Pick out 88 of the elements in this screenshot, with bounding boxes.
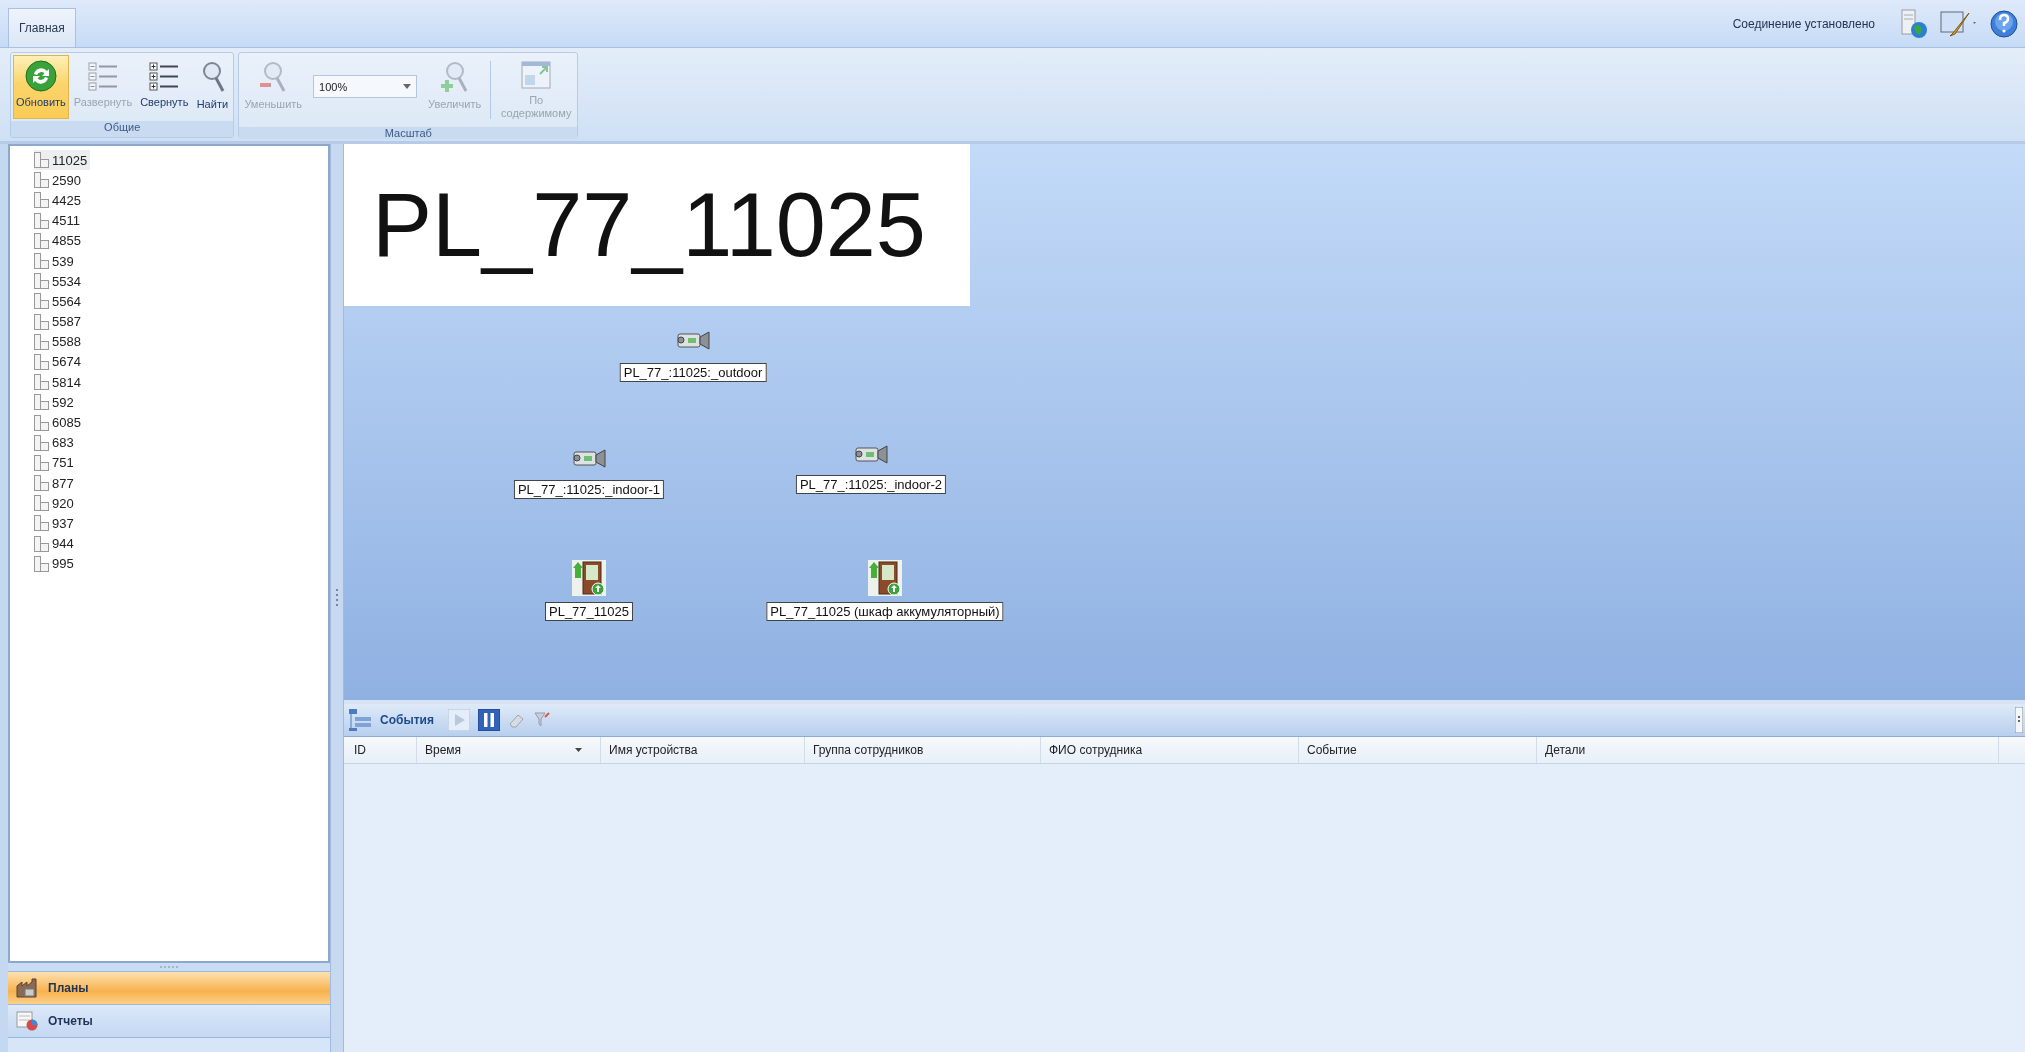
- door-icon[interactable]: [868, 560, 902, 596]
- connection-status: Соединение установлено: [1732, 16, 1875, 31]
- building-icon: [34, 454, 49, 471]
- building-icon: [34, 414, 49, 431]
- tree-item[interactable]: 5674: [34, 351, 84, 373]
- nav-item[interactable]: Планы: [8, 971, 330, 1004]
- building-icon: [34, 535, 49, 552]
- server-globe-icon[interactable]: [1899, 8, 1929, 39]
- fit-page-icon: [520, 60, 553, 90]
- tree-item[interactable]: 4425: [34, 190, 84, 211]
- building-icon: [34, 495, 49, 512]
- tree-item[interactable]: 5588: [34, 331, 84, 352]
- column-header[interactable]: Время: [417, 737, 601, 763]
- column-header[interactable]: ФИО сотрудника: [1041, 737, 1299, 763]
- building-icon: [34, 434, 49, 451]
- splitter-grip-icon[interactable]: [335, 587, 339, 609]
- column-header[interactable]: Имя устройства: [601, 737, 805, 763]
- plan-title: PL_77_11025: [344, 144, 970, 306]
- column-header[interactable]: Событие: [1299, 737, 1537, 763]
- paint-brush-icon[interactable]: [1939, 8, 1979, 39]
- building-icon: [34, 253, 49, 270]
- tree-item[interactable]: 683: [34, 432, 77, 453]
- panel-menu-icon[interactable]: [2015, 707, 2023, 733]
- report-chart-icon: [16, 1011, 38, 1031]
- tree-item[interactable]: 877: [34, 473, 77, 494]
- building-icon: [34, 333, 49, 350]
- door-icon[interactable]: [572, 560, 606, 596]
- refresh-button[interactable]: Обновить: [13, 55, 69, 119]
- find-button[interactable]: Найти: [193, 55, 232, 119]
- tree-item[interactable]: 4511: [34, 210, 83, 231]
- tree-item[interactable]: 5587: [34, 311, 84, 332]
- building-icon: [34, 212, 49, 229]
- device-label[interactable]: PL_77_11025: [545, 602, 633, 621]
- column-header[interactable]: Группа сотрудников: [805, 737, 1041, 763]
- building-icon: [34, 192, 49, 209]
- factory-icon: [16, 978, 38, 998]
- device-label[interactable]: PL_77_:11025:_outdoor: [619, 363, 767, 382]
- tree-item[interactable]: 2590: [34, 170, 84, 191]
- video-camera-icon[interactable]: [572, 448, 606, 468]
- building-icon: [34, 394, 49, 411]
- help-icon[interactable]: [1989, 8, 2019, 39]
- zoom-combo[interactable]: 100%: [313, 75, 418, 98]
- building-icon: [34, 353, 49, 370]
- tree-item[interactable]: 995: [34, 553, 77, 574]
- column-header[interactable]: ID: [346, 737, 417, 763]
- tree-item[interactable]: 4855: [34, 230, 84, 251]
- video-camera-icon[interactable]: [854, 444, 888, 464]
- building-icon: [34, 555, 49, 572]
- events-title: События: [380, 713, 434, 727]
- building-icon: [34, 515, 49, 532]
- device-label[interactable]: PL_77_:11025:_indoor-2: [795, 475, 947, 494]
- building-icon: [34, 293, 49, 310]
- tree-item[interactable]: 6085: [34, 412, 84, 433]
- filter-icon[interactable]: [533, 711, 550, 729]
- tree-item[interactable]: 920: [34, 493, 77, 514]
- dropdown-caret-icon[interactable]: [575, 748, 582, 752]
- building-icon: [34, 232, 49, 249]
- tree-item[interactable]: 937: [34, 513, 77, 534]
- nav-item[interactable]: Отчеты: [8, 1004, 330, 1037]
- building-icon: [34, 152, 49, 169]
- device-label[interactable]: PL_77_11025 (шкаф аккумуляторный): [766, 602, 1004, 621]
- tree-item[interactable]: 11025: [34, 150, 91, 171]
- tree-item[interactable]: 539: [34, 250, 77, 272]
- tree-item[interactable]: 5564: [34, 291, 84, 312]
- group-title: Общие: [11, 121, 234, 137]
- refresh-icon: [24, 60, 57, 92]
- pause-icon[interactable]: [477, 709, 500, 731]
- building-icon: [34, 172, 49, 189]
- tree-item[interactable]: 751: [34, 452, 77, 473]
- column-header[interactable]: Детали: [1537, 737, 1999, 763]
- ribbon-tab[interactable]: Главная: [8, 8, 76, 47]
- tree-item[interactable]: 5534: [34, 271, 84, 292]
- list-tree-icon: [86, 60, 119, 92]
- building-icon: [34, 475, 49, 492]
- group-title: Масштаб: [239, 127, 578, 139]
- collapse-button[interactable]: Свернуть: [137, 55, 192, 119]
- tree-item[interactable]: 5814: [34, 372, 84, 393]
- video-camera-icon[interactable]: [676, 330, 710, 350]
- device-label[interactable]: PL_77_:11025:_indoor-1: [513, 480, 665, 499]
- list-tree-icon: [348, 708, 372, 732]
- building-icon: [34, 273, 49, 290]
- building-icon: [34, 374, 49, 391]
- tree-item[interactable]: 944: [34, 533, 77, 554]
- building-icon: [34, 313, 49, 330]
- splitter-grip-icon[interactable]: [159, 965, 179, 969]
- list-tree-icon: [148, 60, 181, 92]
- dropdown-caret-icon: [403, 84, 412, 89]
- tree-item[interactable]: 592: [34, 392, 77, 413]
